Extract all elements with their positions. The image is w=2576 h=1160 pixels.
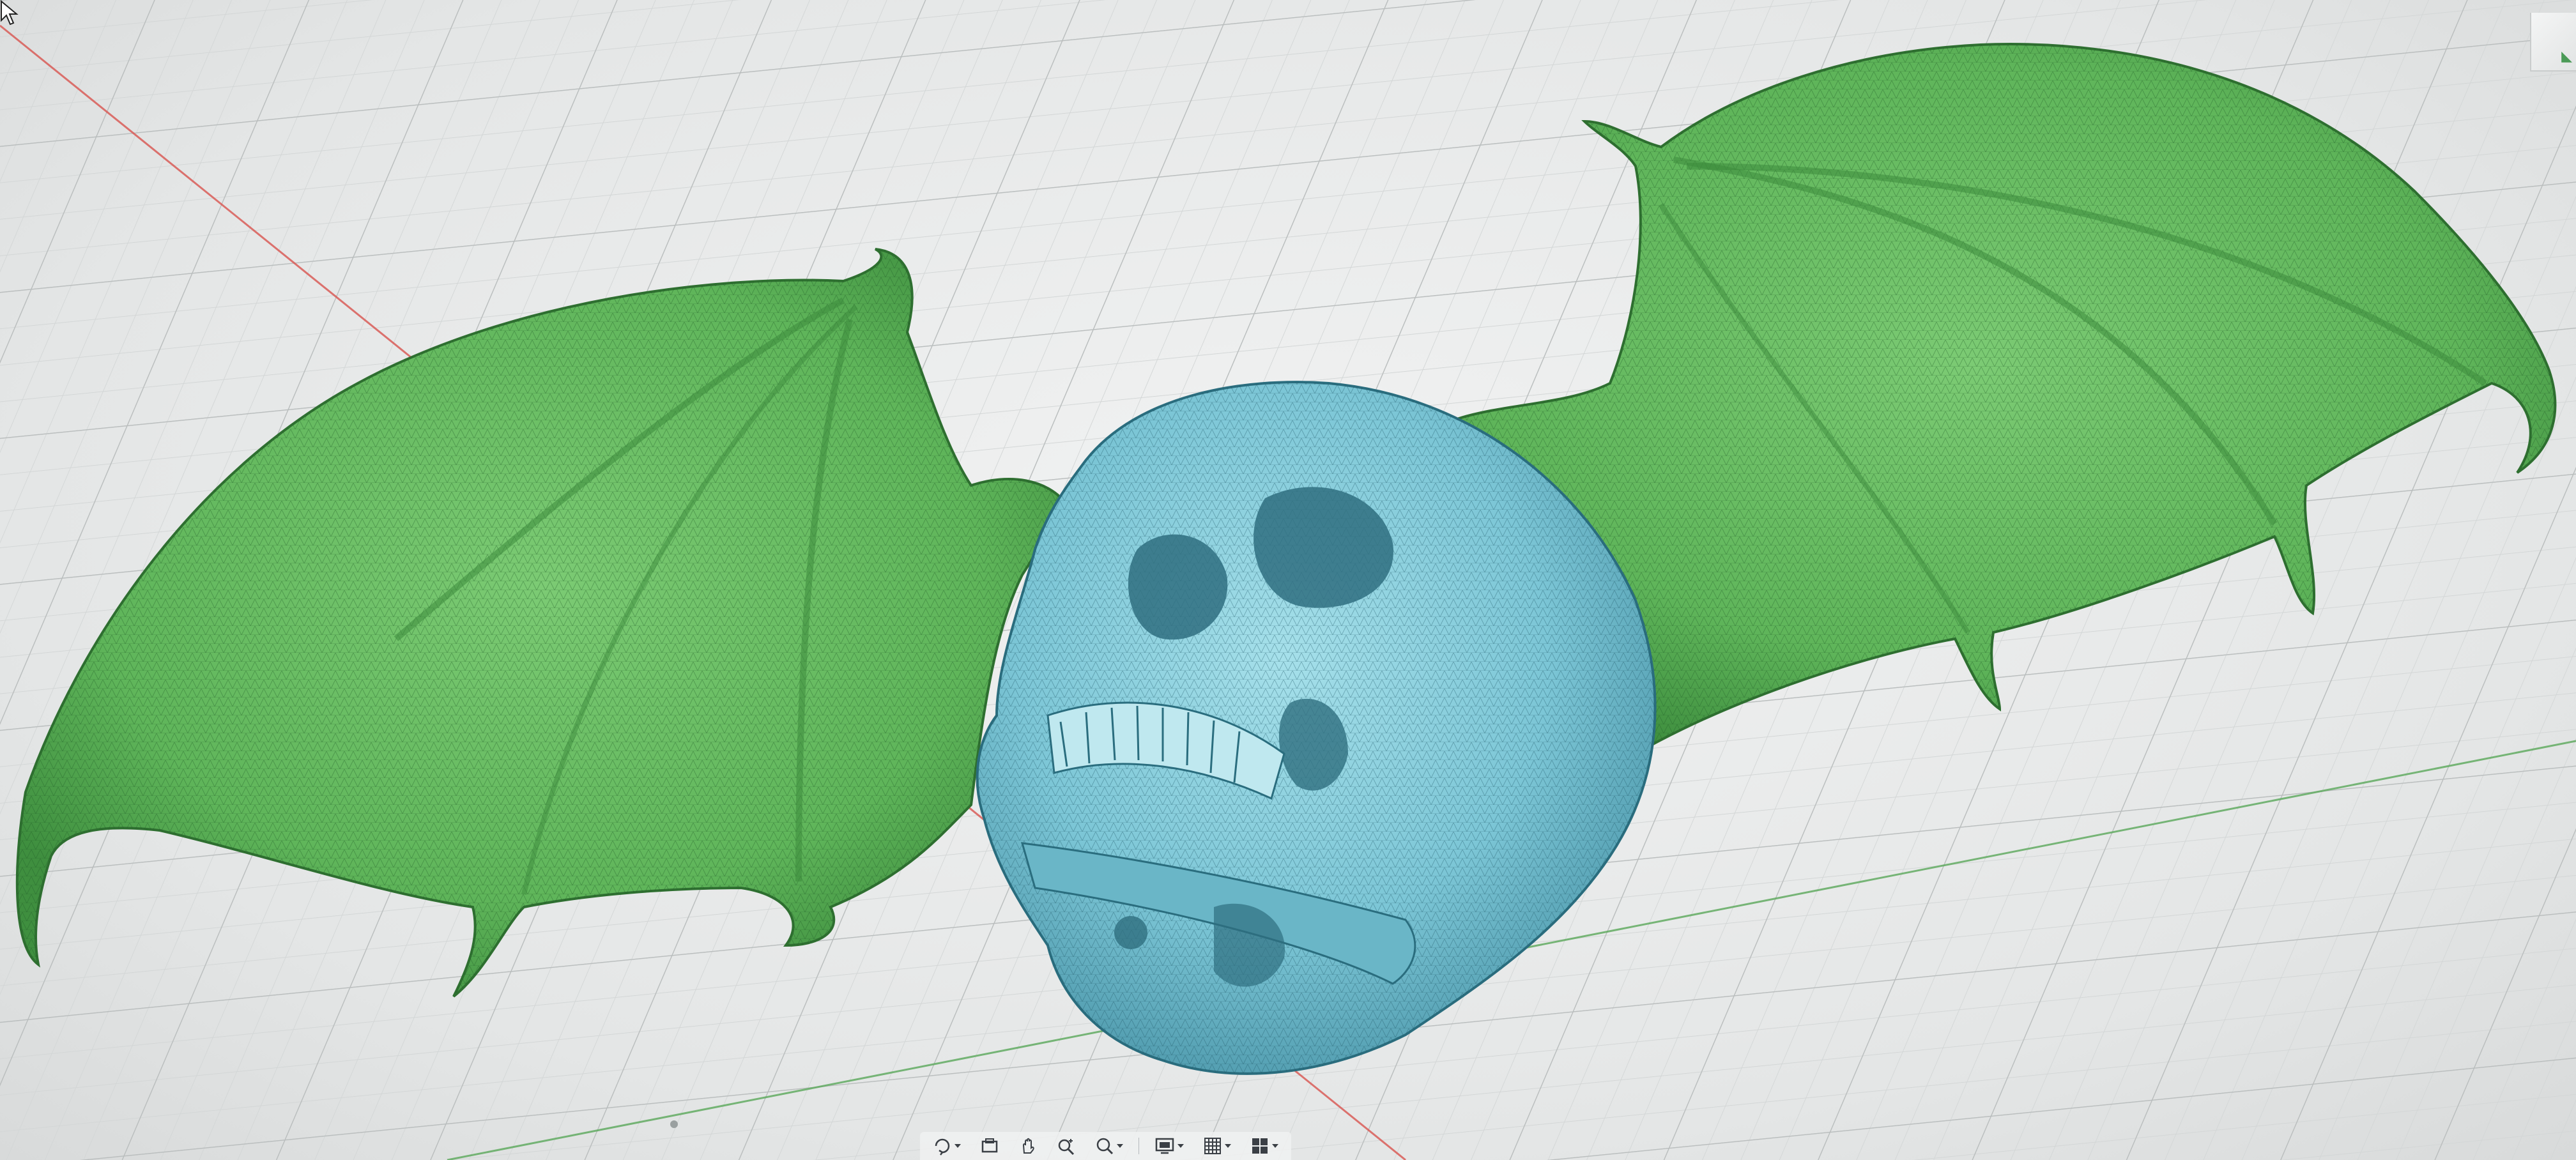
viewcube-icon: ◣ (2561, 49, 2572, 65)
fit-button[interactable] (1091, 1135, 1127, 1157)
viewports-caret-icon[interactable] (1272, 1144, 1278, 1148)
zoom-button[interactable] (1053, 1135, 1080, 1157)
toolbar-divider (1138, 1138, 1139, 1154)
navigation-toolbar (920, 1132, 1291, 1160)
origin-point (670, 1120, 678, 1128)
orbit-button[interactable] (929, 1135, 965, 1157)
fit-caret-icon[interactable] (1117, 1144, 1123, 1148)
orbit-caret-icon[interactable] (954, 1144, 961, 1148)
orbit-icon (935, 1138, 950, 1156)
fit-icon (1096, 1138, 1114, 1155)
grid-settings-icon (1204, 1138, 1221, 1154)
look-at-icon (981, 1138, 998, 1153)
grid-settings-caret-icon[interactable] (1225, 1144, 1231, 1148)
display-settings-button[interactable] (1151, 1135, 1188, 1157)
display-settings-caret-icon[interactable] (1177, 1144, 1184, 1148)
look-at-button[interactable] (976, 1135, 1003, 1157)
pan-icon (1022, 1138, 1034, 1154)
canvas[interactable] (0, 0, 2576, 1160)
design-viewport[interactable]: ◣ (0, 0, 2576, 1160)
grid-settings-button[interactable] (1199, 1135, 1235, 1157)
zoom-icon (1058, 1139, 1075, 1156)
viewports-button[interactable] (1246, 1135, 1282, 1157)
mouse-cursor-icon (1, 0, 19, 26)
lower-eye-socket (1114, 916, 1147, 949)
viewports-icon (1252, 1138, 1268, 1154)
pan-button[interactable] (1015, 1135, 1041, 1157)
viewcube[interactable]: ◣ (2530, 13, 2576, 72)
display-settings-icon (1155, 1138, 1174, 1154)
